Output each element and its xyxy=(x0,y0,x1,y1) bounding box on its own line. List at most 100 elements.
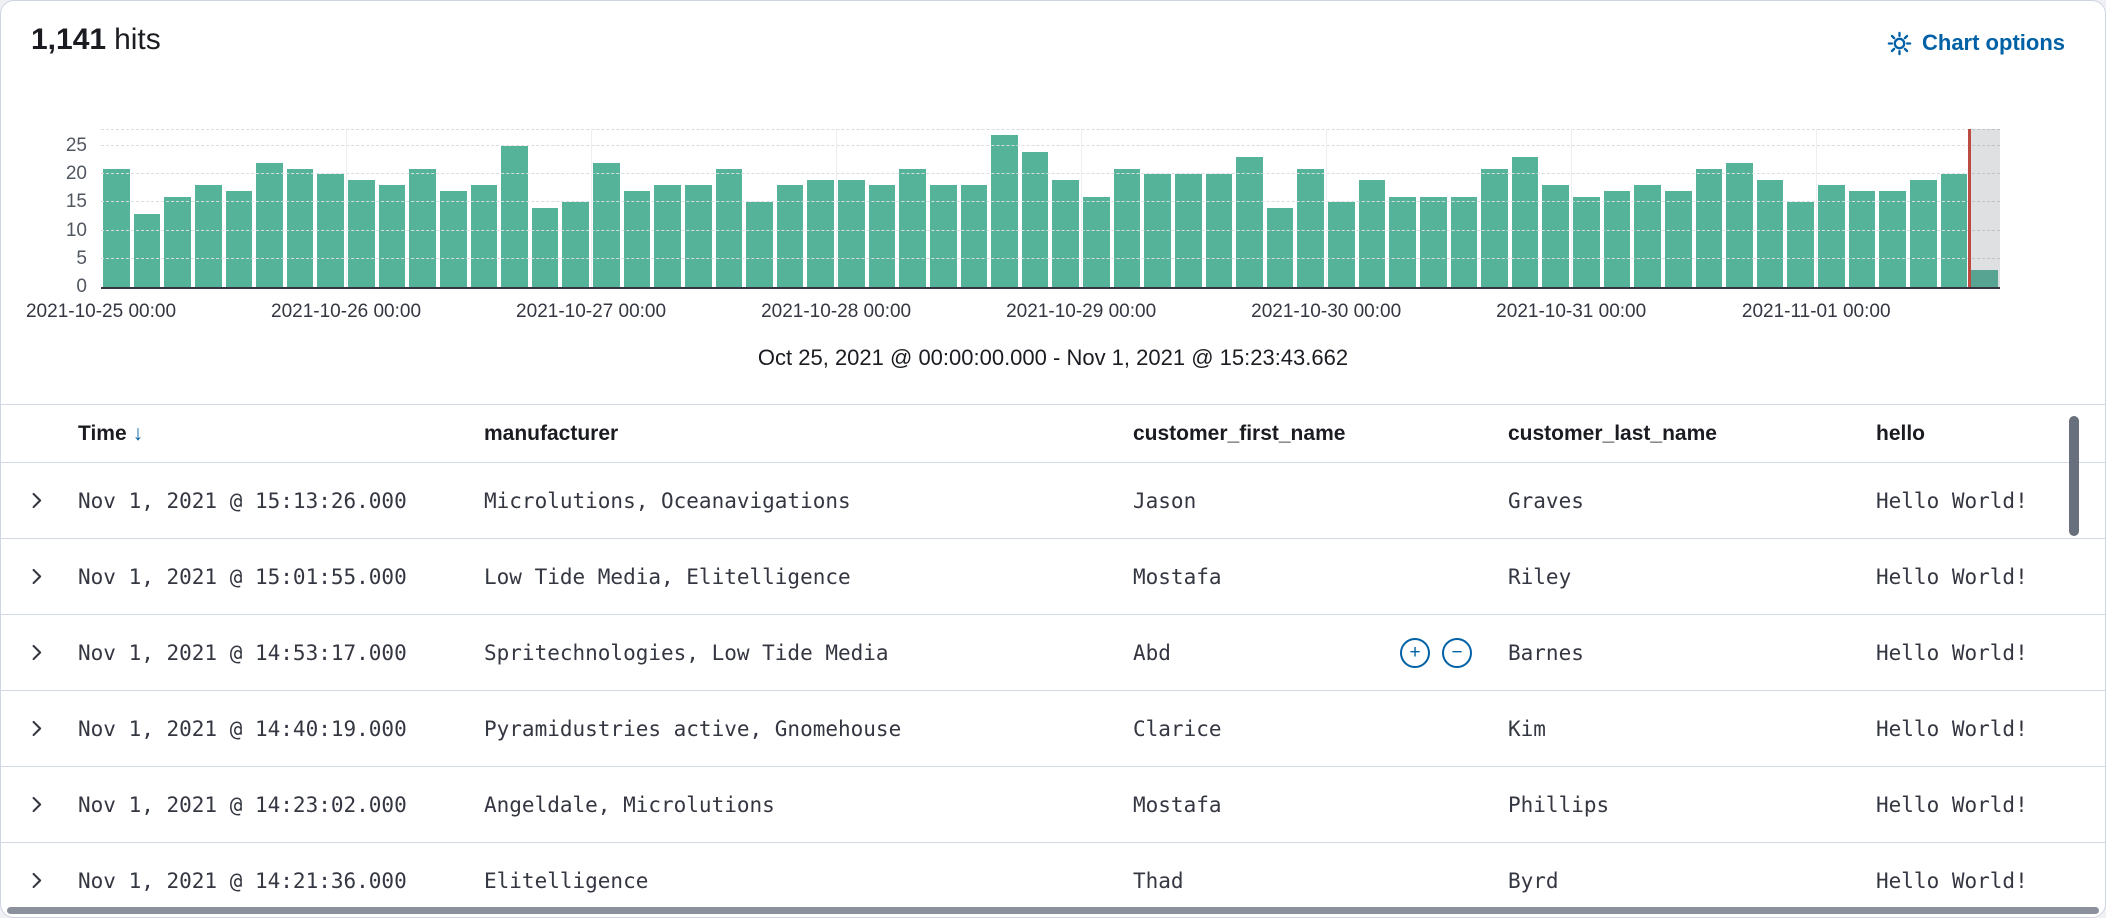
histogram-bar[interactable] xyxy=(716,169,743,288)
histogram-bar[interactable] xyxy=(838,180,865,287)
expand-row-button[interactable] xyxy=(27,718,48,739)
histogram-bar[interactable] xyxy=(1481,169,1508,288)
filter-out-value-icon[interactable]: − xyxy=(1442,638,1472,668)
cell-customer-last-name: Kim xyxy=(1508,717,1876,741)
histogram-bar[interactable] xyxy=(532,208,559,287)
column-header-time[interactable]: Time ↓ xyxy=(78,422,484,446)
histogram-bar[interactable] xyxy=(1451,197,1478,287)
histogram-bar[interactable] xyxy=(1787,202,1814,287)
histogram-bar[interactable] xyxy=(562,202,589,287)
histogram-bar[interactable] xyxy=(1267,208,1294,287)
histogram-bar[interactable] xyxy=(1971,270,1998,287)
histogram-bar[interactable] xyxy=(1328,202,1355,287)
x-tick-label: 2021-10-31 00:00 xyxy=(1496,301,1646,323)
histogram-bar[interactable] xyxy=(1297,169,1324,288)
histogram-bar[interactable] xyxy=(440,191,467,287)
discover-panel: 1,141hits Chart options 0510152025 2021-… xyxy=(0,0,2106,918)
histogram-plot[interactable] xyxy=(101,129,2000,289)
expander-cell xyxy=(1,642,78,663)
histogram-bar[interactable] xyxy=(1757,180,1784,287)
expand-row-button[interactable] xyxy=(27,870,48,891)
cell-customer-first-name: Mostafa xyxy=(1133,793,1508,817)
histogram-bar[interactable] xyxy=(379,185,406,287)
histogram-bar[interactable] xyxy=(164,197,191,287)
documents-table: Time ↓ manufacturer customer_first_name … xyxy=(1,404,2105,917)
expand-row-button[interactable] xyxy=(27,490,48,511)
histogram-bar[interactable] xyxy=(1604,191,1631,287)
histogram-bar[interactable] xyxy=(471,185,498,287)
histogram-bar[interactable] xyxy=(1634,185,1661,287)
histogram-bar[interactable] xyxy=(593,163,620,287)
histogram-bar[interactable] xyxy=(195,185,222,287)
histogram-bar[interactable] xyxy=(1052,180,1079,287)
cell-customer-last-name: Phillips xyxy=(1508,793,1876,817)
day-gridline xyxy=(1326,129,1327,287)
y-tick-label: 25 xyxy=(66,135,87,157)
histogram-bar[interactable] xyxy=(1512,157,1539,287)
expand-row-button[interactable] xyxy=(27,642,48,663)
cell-hello: Hello World! xyxy=(1876,565,2105,589)
histogram-bar[interactable] xyxy=(1573,197,1600,287)
vertical-scrollbar[interactable] xyxy=(2069,416,2079,536)
histogram-bar[interactable] xyxy=(899,169,926,288)
histogram-bar[interactable] xyxy=(1175,174,1202,287)
histogram-bar[interactable] xyxy=(746,202,773,287)
histogram-bar[interactable] xyxy=(256,163,283,287)
histogram-bar[interactable] xyxy=(991,135,1018,287)
histogram-bar[interactable] xyxy=(1420,197,1447,287)
table-row: Nov 1, 2021 @ 14:53:17.000Spritechnologi… xyxy=(1,615,2105,691)
histogram-bar[interactable] xyxy=(1206,174,1233,287)
horizontal-scrollbar[interactable] xyxy=(7,907,2099,914)
cell-time: Nov 1, 2021 @ 15:13:26.000 xyxy=(78,489,484,513)
x-tick-label: 2021-11-01 00:00 xyxy=(1742,301,1891,323)
filter-for-value-icon[interactable]: + xyxy=(1400,638,1430,668)
histogram-bar[interactable] xyxy=(869,185,896,287)
histogram-bar[interactable] xyxy=(348,180,375,287)
histogram-bar[interactable] xyxy=(1696,169,1723,288)
histogram-bar[interactable] xyxy=(807,180,834,287)
histogram-bar[interactable] xyxy=(777,185,804,287)
expand-row-button[interactable] xyxy=(27,794,48,815)
chevron-right-icon xyxy=(27,794,48,815)
cell-hello: Hello World! xyxy=(1876,641,2105,665)
column-header-customer-first-name[interactable]: customer_first_name xyxy=(1133,422,1508,446)
sort-descending-icon[interactable]: ↓ xyxy=(133,422,144,446)
histogram-bar[interactable] xyxy=(1849,191,1876,287)
chart-options-button[interactable]: Chart options xyxy=(1881,29,2071,57)
histogram-bar[interactable] xyxy=(134,214,161,287)
histogram-bar[interactable] xyxy=(1144,174,1171,287)
cell-manufacturer: Low Tide Media, Elitelligence xyxy=(484,565,1133,589)
histogram-bar[interactable] xyxy=(1665,191,1692,287)
histogram-bar[interactable] xyxy=(1910,180,1937,287)
histogram-bar[interactable] xyxy=(654,185,681,287)
histogram-bar[interactable] xyxy=(287,169,314,288)
histogram-bar[interactable] xyxy=(1083,197,1110,287)
histogram-bar[interactable] xyxy=(1114,169,1141,288)
histogram-bar[interactable] xyxy=(1818,185,1845,287)
histogram-bar[interactable] xyxy=(409,169,436,288)
expander-cell xyxy=(1,870,78,891)
histogram-bar[interactable] xyxy=(103,169,130,288)
histogram-bar[interactable] xyxy=(226,191,253,287)
histogram-bar[interactable] xyxy=(317,174,344,287)
histogram-bar[interactable] xyxy=(1359,180,1386,287)
histogram-bar[interactable] xyxy=(1879,191,1906,287)
histogram-bar[interactable] xyxy=(624,191,651,287)
cell-time: Nov 1, 2021 @ 14:40:19.000 xyxy=(78,717,484,741)
histogram-bar[interactable] xyxy=(685,185,712,287)
histogram-bar[interactable] xyxy=(501,146,528,287)
histogram-bar[interactable] xyxy=(961,185,988,287)
expand-row-button[interactable] xyxy=(27,566,48,587)
histogram-bar[interactable] xyxy=(1542,185,1569,287)
histogram-bar[interactable] xyxy=(930,185,957,287)
time-range-label: Oct 25, 2021 @ 00:00:00.000 - Nov 1, 202… xyxy=(1,345,2105,371)
column-header-customer-last-name[interactable]: customer_last_name xyxy=(1508,422,1876,446)
histogram-bar[interactable] xyxy=(1236,157,1263,287)
table-row: Nov 1, 2021 @ 15:13:26.000Microlutions, … xyxy=(1,463,2105,539)
y-tick-label: 20 xyxy=(66,163,87,185)
histogram-bar[interactable] xyxy=(1726,163,1753,287)
histogram-bar[interactable] xyxy=(1022,152,1049,287)
column-header-manufacturer[interactable]: manufacturer xyxy=(484,422,1133,446)
histogram-bar[interactable] xyxy=(1389,197,1416,287)
histogram-bar[interactable] xyxy=(1941,174,1968,287)
